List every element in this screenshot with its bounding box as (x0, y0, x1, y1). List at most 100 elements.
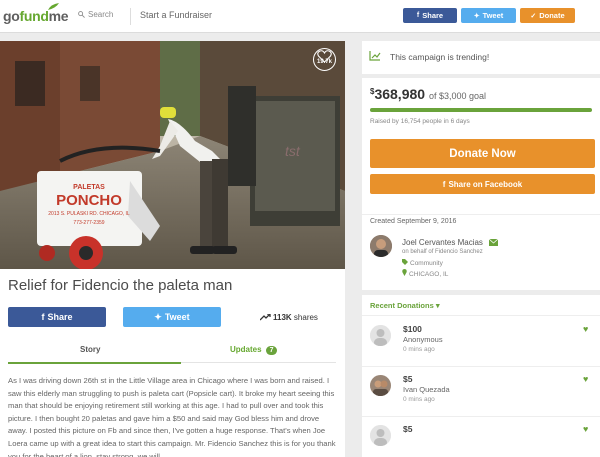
shares-label: shares (293, 313, 318, 322)
heart-icon[interactable]: ♥ (583, 374, 588, 384)
cart-address: 2013 S. PULASKI RD. CHICAGO, IL (48, 211, 130, 217)
tweet-button[interactable]: ✦ Tweet (123, 307, 221, 327)
progress-bar (370, 108, 592, 112)
organizer-card: Created September 9, 2016 Joel Cervantes… (362, 214, 600, 290)
check-icon: ✓ (530, 12, 537, 20)
recent-donations-panel: Recent Donations ▾ $100 Anonymous 0 mins… (362, 295, 600, 457)
goal-text: of $3,000 goal (428, 91, 487, 101)
organizer-location: CHICAGO, IL (402, 269, 448, 278)
alley-illustration: tst PALETAS PONCHO 2013 S. PULASKI RD. C… (0, 41, 345, 269)
cart-name: PONCHO (56, 192, 122, 209)
default-user-icon (370, 425, 391, 446)
tab-updates[interactable]: Updates 7 (230, 345, 278, 355)
cart-phone: 773-277-2359 (73, 220, 104, 226)
gofundme-logo[interactable]: gofundme (3, 3, 69, 24)
header-tweet-label: Tweet (482, 11, 504, 20)
logo-me: me (48, 8, 69, 24)
chevron-down-icon: ▾ (435, 301, 440, 310)
story-text: As I was driving down 26th st in the Lit… (8, 376, 336, 457)
donate-now-button[interactable]: Donate Now (370, 139, 595, 168)
donor-name: Ivan Quezada (403, 385, 450, 394)
donation-stats: $368,980 of $3,000 goal Raised by 16,754… (362, 78, 600, 214)
donation-amount: $100 (403, 324, 422, 334)
leaf-icon (48, 3, 59, 10)
trending-icon (259, 313, 271, 321)
logo-fund: fund (19, 8, 49, 24)
header-divider (130, 8, 131, 25)
tab-updates-label: Updates (230, 345, 262, 354)
progress-fill (370, 108, 592, 112)
search-label: Search (88, 10, 114, 19)
shares-number: 113K (273, 313, 292, 322)
start-fundraiser-link[interactable]: Start a Fundraiser (140, 10, 212, 20)
heart-icon[interactable]: ♥ (583, 424, 588, 434)
heart-icon (317, 50, 332, 63)
location-pin-icon (402, 269, 407, 278)
organizer-name[interactable]: Joel Cervantes Macias (402, 238, 499, 247)
organizer-behalf: on behalf of Fidencio Sanchez (402, 249, 483, 255)
logo-go: go (3, 8, 20, 24)
mail-icon[interactable] (489, 239, 499, 246)
donor-photo (370, 375, 391, 396)
header-share-button[interactable]: f Share (403, 8, 457, 23)
tag-icon (402, 259, 408, 267)
recent-donations-text: Recent Donations (370, 301, 434, 310)
trending-banner: This campaign is trending! (362, 41, 600, 74)
donation-item: $5 ♥ (362, 417, 600, 457)
organizer-name-text: Joel Cervantes Macias (402, 238, 483, 247)
donor-avatar (370, 325, 391, 346)
recent-donations-label: Recent Donations ▾ (370, 301, 440, 310)
heart-icon[interactable]: ♥ (583, 324, 588, 334)
facebook-icon: f (41, 312, 45, 322)
donation-amount: $5 (403, 424, 413, 434)
created-date: Created September 9, 2016 (370, 218, 457, 225)
tab-story[interactable]: Story (80, 345, 100, 354)
donor-name: Anonymous (403, 335, 443, 344)
share-facebook-button[interactable]: f Share on Facebook (370, 174, 595, 194)
header-donate-button[interactable]: ✓ Donate (520, 8, 575, 23)
raised-value: 368,980 (374, 86, 426, 102)
header-share-label: Share (422, 11, 444, 20)
like-badge[interactable]: 19.7k (313, 48, 336, 71)
recent-donations-header[interactable]: Recent Donations ▾ (362, 295, 600, 316)
donation-time: 0 mins ago (403, 396, 435, 403)
donation-item: $100 Anonymous 0 mins ago ♥ (362, 317, 600, 367)
search-link[interactable]: Search (78, 10, 113, 19)
active-tab-indicator (8, 362, 181, 364)
content-tabs: Story Updates 7 (8, 337, 336, 363)
default-user-icon (370, 325, 391, 346)
campaign-title: Relief for Fidencio the paleta man (8, 277, 233, 294)
header-donate-label: Donate (539, 11, 565, 20)
avatar-image (370, 235, 392, 257)
cart-brand: PALETAS (73, 184, 105, 191)
donation-time: 0 mins ago (403, 346, 435, 353)
donation-item: $5 Ivan Quezada 0 mins ago ♥ (362, 367, 600, 417)
svg-text:tst: tst (285, 143, 301, 159)
share-button[interactable]: f Share (8, 307, 106, 327)
campaign-content: Relief for Fidencio the paleta man f Shar… (0, 269, 345, 457)
campaign-photo: tst PALETAS PONCHO 2013 S. PULASKI RD. C… (0, 41, 345, 269)
organizer-category[interactable]: Community (402, 259, 443, 267)
top-header: gofundme Search Start a Fundraiser f Shar… (0, 0, 600, 33)
shares-count: 113K shares (259, 313, 318, 322)
organizer-category-text: Community (410, 260, 443, 267)
share-label: Share (47, 312, 73, 322)
raised-amount: $368,980 of $3,000 goal (370, 86, 486, 102)
search-icon (78, 11, 85, 18)
facebook-icon: f (442, 179, 446, 189)
organizer-location-text: CHICAGO, IL (409, 271, 449, 278)
raised-by-text: Raised by 16,754 people in 6 days (370, 118, 470, 125)
trending-text: This campaign is trending! (390, 52, 490, 62)
share-facebook-label: Share on Facebook (448, 179, 523, 189)
chart-icon (369, 51, 381, 61)
updates-count-badge: 7 (265, 346, 278, 355)
organizer-avatar[interactable] (370, 235, 392, 257)
tweet-label: Tweet (164, 312, 190, 322)
donation-amount: $5 (403, 374, 413, 384)
twitter-icon: ✦ (154, 311, 162, 322)
donor-avatar (370, 425, 391, 446)
facebook-icon: f (416, 12, 420, 19)
header-tweet-button[interactable]: ✦ Tweet (461, 8, 516, 23)
twitter-icon: ✦ (473, 12, 480, 20)
donor-avatar (370, 375, 391, 396)
